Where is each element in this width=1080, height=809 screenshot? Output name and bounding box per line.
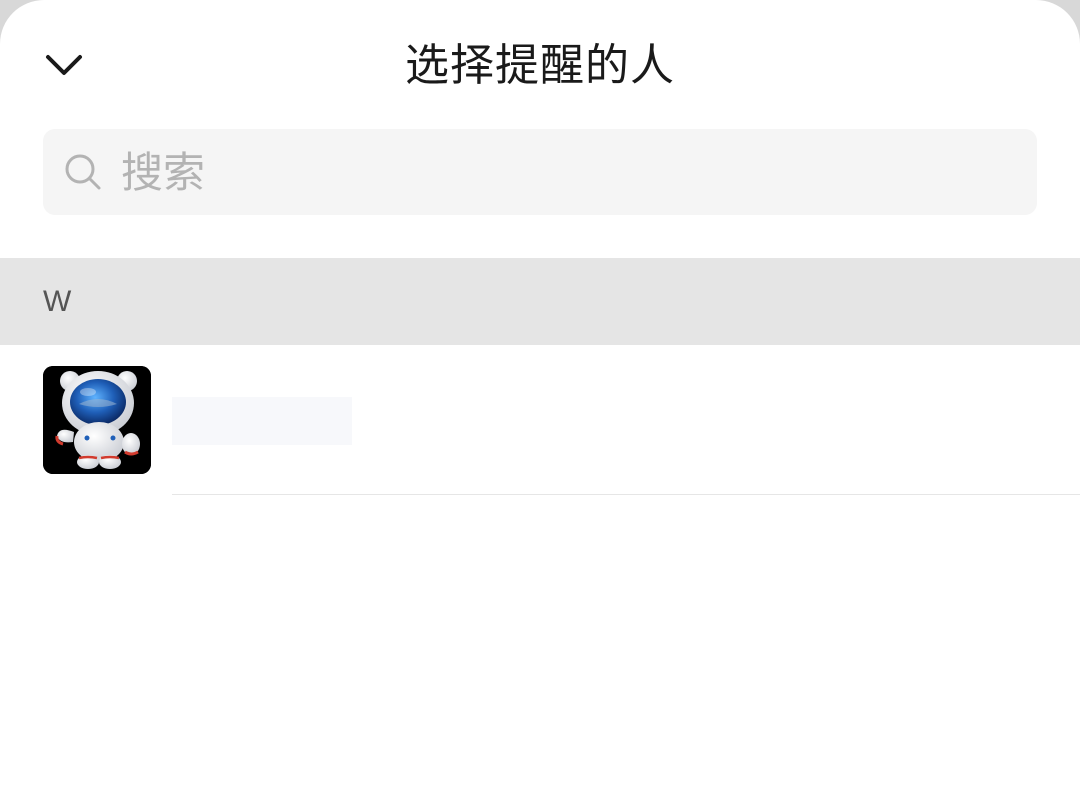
- search-icon: [63, 152, 103, 192]
- avatar: [43, 366, 151, 474]
- search-bar[interactable]: [43, 129, 1037, 215]
- header: 选择提醒的人: [0, 0, 1080, 130]
- section-letter: W: [43, 285, 72, 318]
- page-title: 选择提醒的人: [405, 40, 675, 91]
- row-divider: [172, 494, 1080, 495]
- contact-row[interactable]: [0, 345, 1080, 495]
- reminder-picker-sheet: 选择提醒的人 W: [0, 0, 1080, 809]
- section-header-w: W: [0, 258, 1080, 345]
- contact-name: [172, 397, 352, 445]
- search-input[interactable]: [119, 141, 963, 203]
- astronaut-avatar-icon: [43, 366, 151, 474]
